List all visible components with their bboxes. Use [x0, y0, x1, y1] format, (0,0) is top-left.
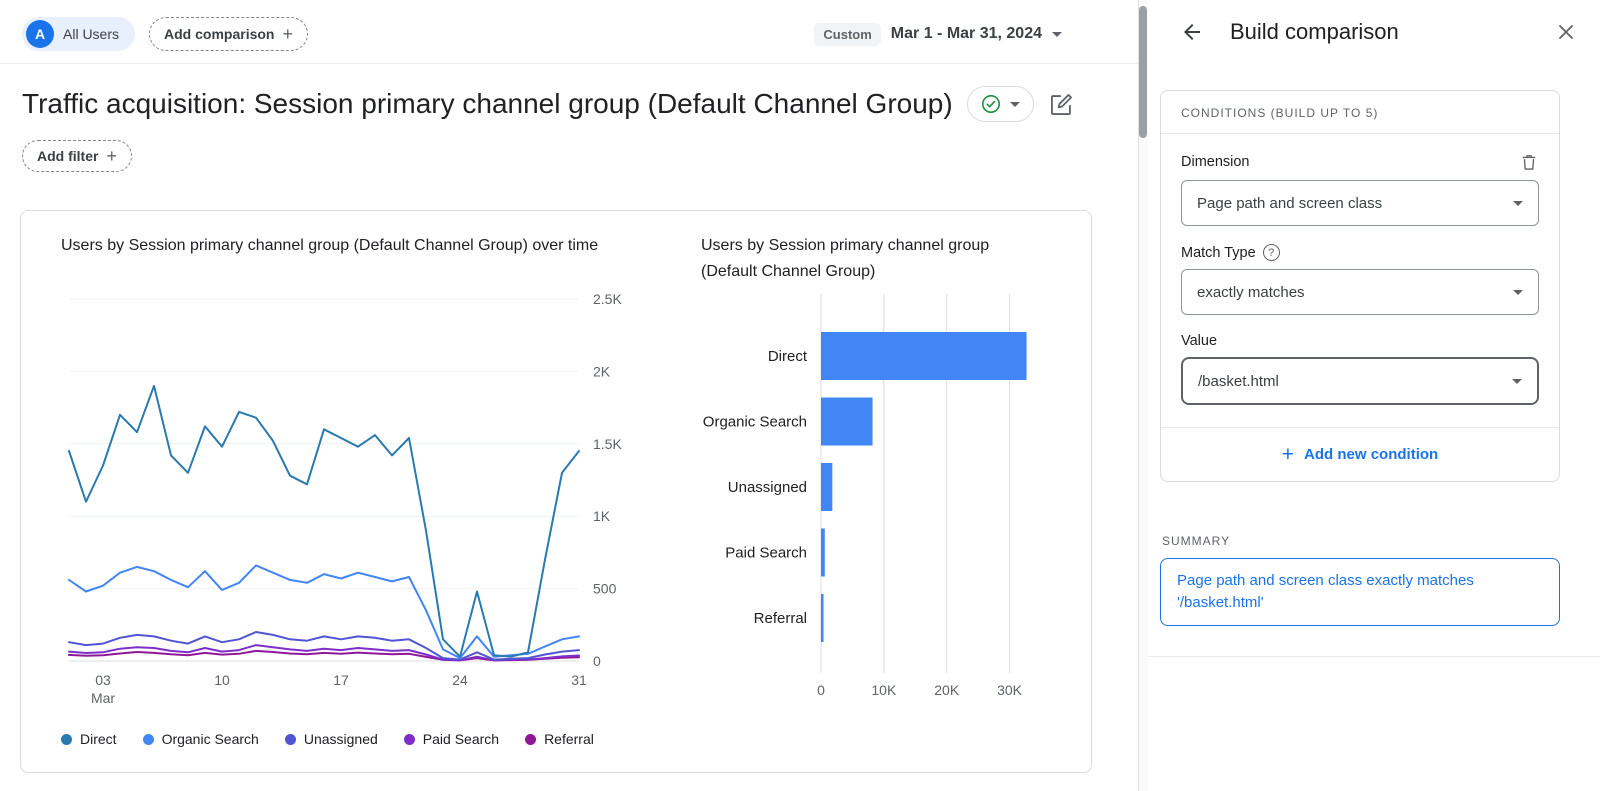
bar-category-label: Referral	[754, 610, 807, 627]
legend-item: Unassigned	[285, 731, 378, 747]
all-users-chip[interactable]: A All Users	[22, 17, 135, 51]
add-filter-button[interactable]: Add filter +	[22, 140, 132, 172]
x-axis-tick-label: 30K	[997, 682, 1023, 698]
plus-icon: +	[1282, 444, 1294, 465]
build-comparison-panel: Build comparison CONDITIONS (BUILD UP TO…	[1148, 0, 1600, 791]
legend-dot	[404, 734, 415, 745]
legend-dot	[143, 734, 154, 745]
y-axis-tick-label: 1K	[593, 508, 611, 524]
add-comparison-label: Add comparison	[164, 26, 274, 42]
bar-unassigned	[821, 463, 832, 511]
line-series-direct	[69, 386, 579, 657]
value-select-value: /basket.html	[1198, 373, 1279, 390]
add-comparison-button[interactable]: Add comparison +	[149, 17, 308, 51]
help-icon[interactable]: ?	[1263, 244, 1280, 261]
value-label: Value	[1181, 333, 1217, 349]
legend-label: Referral	[544, 731, 594, 747]
bar-organic-search	[821, 398, 873, 446]
panel-divider	[1148, 656, 1600, 657]
all-users-label: All Users	[63, 26, 119, 42]
dimension-select-value: Page path and screen class	[1197, 195, 1382, 212]
summary-header: SUMMARY	[1162, 534, 1230, 548]
match-type-select-value: exactly matches	[1197, 284, 1305, 301]
line-chart-svg: 0 500 1K 1.5K 2K 2.5K 03 Mar 10 17 24 31	[61, 283, 661, 708]
vertical-scrollbar-thumb[interactable]	[1139, 6, 1147, 138]
back-arrow-icon[interactable]	[1180, 20, 1204, 44]
bar-chart-title: Users by Session primary channel group (…	[701, 233, 1011, 286]
legend-label: Unassigned	[304, 731, 378, 747]
main-report-area: A All Users Add comparison + Custom Mar …	[0, 0, 1138, 791]
bar-referral	[821, 594, 824, 642]
chevron-down-icon	[1513, 201, 1523, 206]
line-chart-legend: Direct Organic Search Unassigned Paid Searc…	[61, 731, 594, 747]
line-chart-title: Users by Session primary channel group (…	[61, 233, 601, 259]
legend-label: Paid Search	[423, 731, 499, 747]
match-type-label: Match Type	[1181, 245, 1256, 261]
chevron-down-icon	[1010, 102, 1020, 107]
panel-header: Build comparison	[1148, 0, 1600, 64]
date-range-picker[interactable]: Custom Mar 1 - Mar 31, 2024	[814, 23, 1062, 46]
x-axis-tick-label: 24	[452, 672, 468, 688]
plus-icon: +	[282, 25, 293, 43]
trash-icon[interactable]	[1519, 152, 1539, 172]
add-new-condition-button[interactable]: + Add new condition	[1161, 427, 1559, 481]
x-axis-tick-label: 10	[214, 672, 230, 688]
dimension-select[interactable]: Page path and screen class	[1181, 180, 1539, 226]
data-quality-pill[interactable]	[967, 86, 1034, 122]
summary-chip: Page path and screen class exactly match…	[1160, 558, 1560, 626]
x-axis-tick-label: 10K	[871, 682, 897, 698]
legend-dot	[525, 734, 536, 745]
chevron-down-icon	[1512, 379, 1522, 384]
line-series-organic-search	[69, 565, 579, 658]
conditions-card: CONDITIONS (BUILD UP TO 5) Dimension Pag…	[1160, 90, 1560, 482]
x-axis-tick-label: 03	[95, 672, 111, 688]
y-axis-tick-label: 2K	[593, 363, 611, 379]
legend-label: Organic Search	[162, 731, 259, 747]
bar-category-label: Paid Search	[725, 545, 807, 562]
bar-paid-search	[821, 529, 825, 577]
x-axis-tick-label: 20K	[934, 682, 960, 698]
check-circle-icon	[981, 94, 1001, 114]
close-icon[interactable]	[1554, 20, 1578, 44]
legend-dot	[285, 734, 296, 745]
legend-item: Paid Search	[404, 731, 499, 747]
x-axis-tick-label: 0	[817, 682, 825, 698]
bar-category-label: Direct	[768, 348, 808, 365]
page-title: Traffic acquisition: Session primary cha…	[22, 88, 953, 120]
legend-item: Direct	[61, 731, 117, 747]
x-axis-tick-label: 17	[333, 672, 349, 688]
x-axis-tick-label: 31	[571, 672, 587, 688]
bar-category-label: Organic Search	[703, 414, 807, 431]
customize-report-icon[interactable]	[1048, 91, 1075, 118]
x-axis-tick-sublabel: Mar	[91, 690, 115, 706]
match-type-select[interactable]: exactly matches	[1181, 269, 1539, 315]
legend-dot	[61, 734, 72, 745]
legend-label: Direct	[80, 731, 117, 747]
add-new-condition-label: Add new condition	[1304, 446, 1438, 463]
legend-item: Referral	[525, 731, 594, 747]
bar-category-label: Unassigned	[728, 479, 807, 496]
chevron-down-icon	[1052, 32, 1062, 37]
value-select[interactable]: /basket.html	[1181, 357, 1539, 405]
date-range-text: Mar 1 - Mar 31, 2024	[891, 25, 1042, 43]
y-axis-tick-label: 2.5K	[593, 291, 622, 307]
date-range-type-badge: Custom	[814, 23, 880, 46]
plus-icon: +	[106, 147, 117, 165]
bar-chart-svg: 0 10K 20K 30K Direct Organic Search Unassigned…	[681, 281, 1081, 701]
y-axis-tick-label: 500	[593, 581, 617, 597]
bar-direct	[821, 332, 1027, 380]
conditions-header: CONDITIONS (BUILD UP TO 5)	[1161, 91, 1559, 134]
topbar-divider	[0, 63, 1138, 64]
y-axis-tick-label: 1.5K	[593, 436, 622, 452]
dimension-label: Dimension	[1181, 154, 1250, 170]
avatar: A	[26, 20, 54, 48]
chevron-down-icon	[1513, 290, 1523, 295]
add-filter-label: Add filter	[37, 148, 98, 164]
legend-item: Organic Search	[143, 731, 259, 747]
panel-title: Build comparison	[1230, 19, 1528, 45]
charts-card: Users by Session primary channel group (…	[20, 210, 1092, 773]
top-bar: A All Users Add comparison + Custom Mar …	[22, 16, 1062, 52]
y-axis-tick-label: 0	[593, 653, 601, 669]
